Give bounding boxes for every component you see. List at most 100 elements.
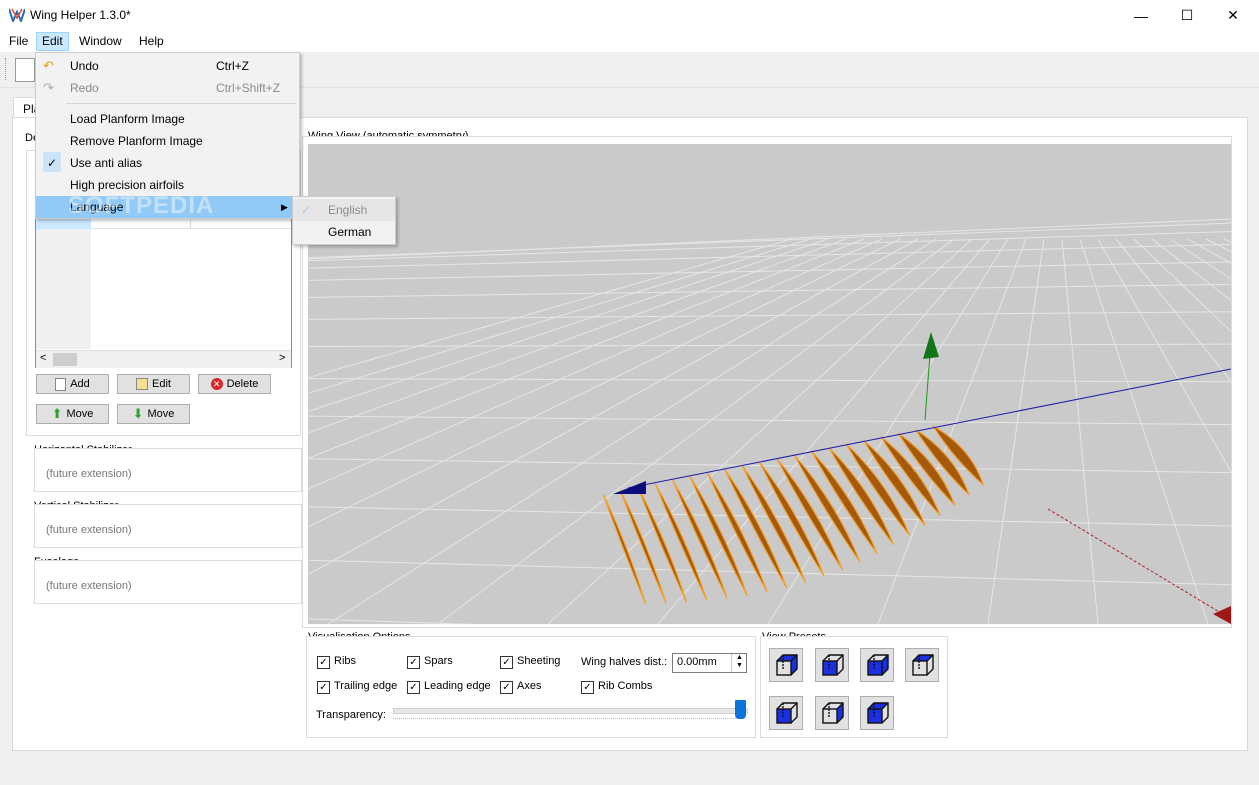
german-label: German [328,225,372,239]
scroll-thumb[interactable] [53,353,77,366]
view-preset-button[interactable] [860,648,894,682]
menu-english[interactable]: ✓ English [293,199,395,221]
transparency-ticks [393,718,746,722]
menu-german[interactable]: German [293,221,395,243]
cube-icon [822,654,844,676]
table-row[interactable] [36,219,91,229]
menu-separator [66,103,296,104]
fuselage-group: (future extension) [34,560,302,604]
add-icon [55,377,67,391]
trailing-edge-label: Trailing edge [334,680,398,692]
trailing-edge-checkbox[interactable]: ✓ [317,681,330,694]
menu-bar: File Edit Window Help [0,31,1259,52]
rib-combs-label: Rib Combs [598,680,653,692]
scroll-right-icon[interactable]: > [279,352,285,364]
language-submenu: ✓ English German [292,196,396,245]
view-preset-button[interactable] [815,648,849,682]
arrow-down-icon: ⬇ [132,406,144,421]
axes-checkbox[interactable]: ✓ [500,681,513,694]
view-preset-button[interactable] [905,648,939,682]
axes-label: Axes [517,680,542,692]
view-preset-button[interactable] [815,696,849,730]
menu-window[interactable]: Window [74,33,127,50]
delete-button-label: Delete [226,378,259,390]
menu-edit[interactable]: Edit [36,32,69,51]
transparency-slider-track[interactable] [393,708,748,714]
menu-file[interactable]: File [4,33,33,50]
redo-icon: ↷ [43,80,54,95]
new-file-icon[interactable] [15,58,35,82]
spin-arrows-icon[interactable]: ▲ ▼ [731,654,747,672]
close-button[interactable]: ✕ [1210,0,1256,31]
move-down-label: Move [147,408,175,420]
wing-halves-value: 0.00mm [677,656,717,668]
wing-3d-viewport[interactable] [308,144,1231,624]
vertical-stabilizer-group: (future extension) [34,504,302,548]
ribs-checkbox[interactable]: ✓ [317,656,330,669]
undo-icon: ↶ [43,58,54,73]
menu-help[interactable]: Help [134,33,169,50]
redo-label: Redo [70,81,99,95]
wing-halves-spinbox[interactable]: 0.00mm ▲ ▼ [672,653,747,673]
spars-checkbox[interactable]: ✓ [407,656,420,669]
redo-shortcut: Ctrl+Shift+Z [216,81,281,95]
move-up-button[interactable]: ⬆ Move [36,404,109,424]
delete-button[interactable]: ✕ Delete [198,374,271,394]
undo-label: Undo [70,59,99,73]
move-up-label: Move [66,408,94,420]
app-logo-icon [9,8,25,22]
menu-remove-planform[interactable]: Remove Planform Image [36,130,299,152]
checkmark-icon: ✓ [301,203,312,217]
toolbar-grip[interactable] [5,58,8,80]
menu-anti-alias[interactable]: ✓ Use anti alias [36,152,299,174]
title-bar: Wing Helper 1.3.0* — ☐ ✕ [0,0,1259,31]
add-button-label: Add [70,378,90,390]
cube-icon [822,702,844,724]
softpedia-watermark: SOFTPEDIA [68,192,215,219]
cube-icon [776,702,798,724]
menu-undo[interactable]: ↶ Undo Ctrl+Z [36,55,299,77]
anti-alias-label: Use anti alias [70,156,143,170]
cube-icon [776,654,798,676]
undo-shortcut: Ctrl+Z [216,59,249,73]
fuselage-note: (future extension) [46,580,132,592]
maximize-button[interactable]: ☐ [1164,0,1210,31]
transparency-label: Transparency: [316,709,386,721]
view-preset-button[interactable] [769,696,803,730]
horizontal-stabilizer-group: (future extension) [34,448,302,492]
menu-redo[interactable]: ↷ Redo Ctrl+Shift+Z [36,77,299,99]
view-preset-button[interactable] [769,648,803,682]
spars-label: Spars [424,655,453,667]
sheeting-checkbox[interactable]: ✓ [500,656,513,669]
horizontal-stabilizer-note: (future extension) [46,468,132,480]
header-divider [91,228,291,229]
view-preset-button[interactable] [860,696,894,730]
section-table[interactable]: < > [35,218,292,368]
table-row-header [36,219,91,349]
add-button[interactable]: Add [36,374,109,394]
remove-planform-label: Remove Planform Image [70,134,203,148]
minimize-button[interactable]: — [1118,0,1164,31]
horizontal-scrollbar[interactable]: < > [36,350,291,368]
load-planform-label: Load Planform Image [70,112,185,126]
leading-edge-checkbox[interactable]: ✓ [407,681,420,694]
wing-halves-label: Wing halves dist.: [581,656,668,668]
rib-combs-checkbox[interactable]: ✓ [581,681,594,694]
cube-icon [867,654,889,676]
edit-button[interactable]: Edit [117,374,190,394]
menu-load-planform[interactable]: Load Planform Image [36,108,299,130]
ribs-label: Ribs [334,655,357,667]
move-down-button[interactable]: ⬇ Move [117,404,190,424]
checkmark-icon: ✓ [43,152,61,172]
cube-icon [867,702,889,724]
cube-icon [912,654,934,676]
submenu-arrow-icon: ▶ [281,202,288,212]
transparency-slider-handle[interactable] [735,700,746,719]
english-label: English [328,203,368,217]
scroll-left-icon[interactable]: < [40,352,46,364]
left-panel: De < > Add Edit ✕ Delete ⬆ Move ⬇ Move H… [23,130,302,736]
arrow-up-icon: ⬆ [51,406,63,421]
vertical-stabilizer-note: (future extension) [46,524,132,536]
edit-button-label: Edit [152,378,171,390]
delete-icon: ✕ [210,378,223,390]
